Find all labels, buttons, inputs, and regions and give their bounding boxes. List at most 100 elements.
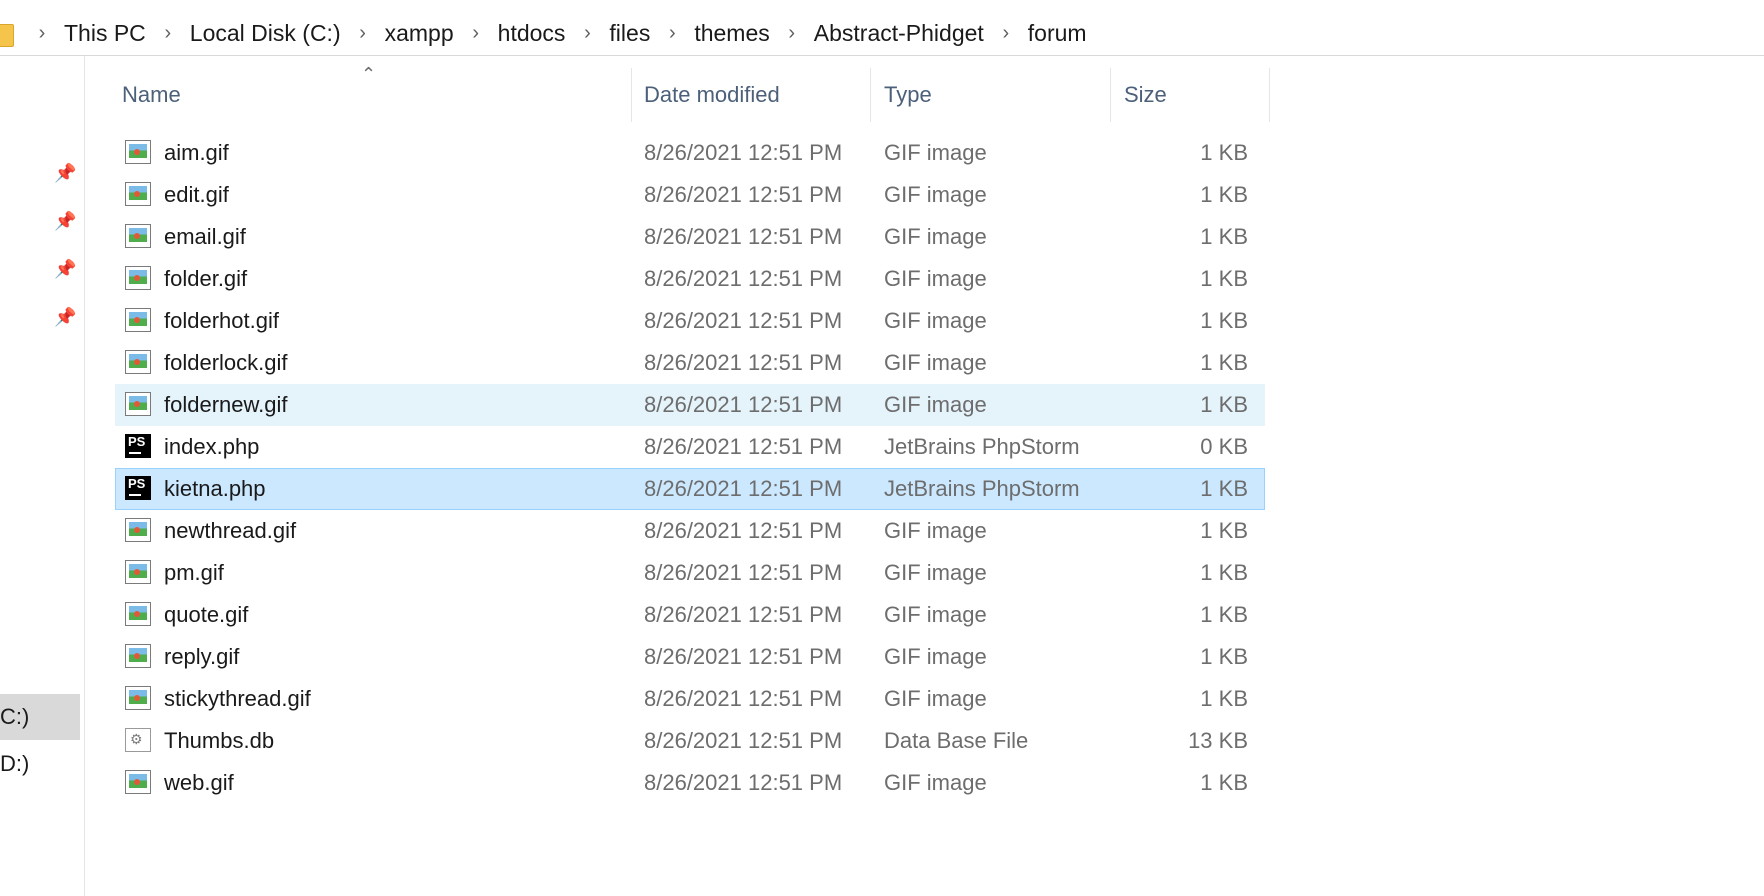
breadcrumb-item[interactable]: forum: [1018, 12, 1097, 55]
file-row[interactable]: reply.gif 8/26/2021 12:51 PM GIF image 1 KB: [115, 636, 1265, 678]
file-name: stickythread.gif: [164, 686, 311, 711]
file-row[interactable]: foldernew.gif 8/26/2021 12:51 PM GIF image…: [115, 384, 1265, 426]
breadcrumb-item[interactable]: xampp: [375, 12, 464, 55]
column-header-name[interactable]: Name: [122, 68, 181, 122]
column-header-date[interactable]: Date modified: [644, 68, 780, 122]
file-type: GIF image: [884, 224, 987, 249]
column-header-type[interactable]: Type: [884, 68, 932, 122]
file-type: GIF image: [884, 140, 987, 165]
breadcrumb-item[interactable]: Abstract-Phidget: [804, 12, 994, 55]
file-size: 1 KB: [1200, 140, 1248, 165]
pin-icon[interactable]: 📌: [54, 164, 76, 182]
file-type: JetBrains PhpStorm: [884, 476, 1080, 501]
file-size: 1 KB: [1200, 350, 1248, 375]
gif-image-icon: [125, 644, 151, 668]
pin-icon[interactable]: 📌: [54, 260, 76, 278]
file-type: Data Base File: [884, 728, 1029, 753]
chevron-right-icon[interactable]: ›: [660, 22, 684, 45]
file-date-modified: 8/26/2021 12:51 PM: [644, 518, 843, 543]
nav-drive-d[interactable]: D:): [0, 741, 80, 787]
phpstorm-icon: PS: [125, 476, 151, 500]
folder-icon: [0, 24, 14, 47]
file-row[interactable]: folder.gif 8/26/2021 12:51 PM GIF image 1 K…: [115, 258, 1265, 300]
file-row[interactable]: web.gif 8/26/2021 12:51 PM GIF image 1 KB: [115, 762, 1265, 804]
file-type: GIF image: [884, 266, 987, 291]
nav-drive-c[interactable]: C:): [0, 694, 80, 740]
column-divider[interactable]: [1110, 68, 1111, 122]
file-size: 1 KB: [1200, 476, 1248, 501]
file-row[interactable]: email.gif 8/26/2021 12:51 PM GIF image 1 KB: [115, 216, 1265, 258]
file-name: edit.gif: [164, 182, 229, 207]
file-row[interactable]: Thumbs.db 8/26/2021 12:51 PM Data Base Fil…: [115, 720, 1265, 762]
file-date-modified: 8/26/2021 12:51 PM: [644, 392, 843, 417]
chevron-right-icon[interactable]: ›: [351, 22, 375, 45]
chevron-right-icon[interactable]: ›: [156, 22, 180, 45]
file-row[interactable]: folderlock.gif 8/26/2021 12:51 PM GIF imag…: [115, 342, 1265, 384]
column-divider[interactable]: [631, 68, 632, 122]
gif-image-icon: [125, 308, 151, 332]
file-name: folder.gif: [164, 266, 248, 291]
file-row[interactable]: PS kietna.php 8/26/2021 12:51 PM JetBrains …: [115, 468, 1265, 510]
file-date-modified: 8/26/2021 12:51 PM: [644, 602, 843, 627]
file-type: GIF image: [884, 392, 987, 417]
file-row[interactable]: newthread.gif 8/26/2021 12:51 PM GIF image…: [115, 510, 1265, 552]
gif-image-icon: [125, 224, 151, 248]
file-type: GIF image: [884, 644, 987, 669]
chevron-right-icon[interactable]: ›: [30, 22, 54, 45]
file-type: GIF image: [884, 182, 987, 207]
file-date-modified: 8/26/2021 12:51 PM: [644, 350, 843, 375]
pin-icon[interactable]: 📌: [54, 308, 76, 326]
breadcrumb: › This PC › Local Disk (C:) › xampp › htdocs › fi…: [30, 12, 1097, 55]
phpstorm-icon: PS: [125, 434, 151, 458]
file-date-modified: 8/26/2021 12:51 PM: [644, 140, 843, 165]
chevron-right-icon[interactable]: ›: [575, 22, 599, 45]
navigation-pane: 📌 📌 📌 📌 C:) D:): [0, 56, 85, 896]
file-name: kietna.php: [164, 476, 266, 501]
column-divider[interactable]: [1269, 68, 1270, 122]
file-type: GIF image: [884, 686, 987, 711]
gif-image-icon: [125, 686, 151, 710]
gif-image-icon: [125, 140, 151, 164]
breadcrumb-item[interactable]: htdocs: [488, 12, 576, 55]
file-type: JetBrains PhpStorm: [884, 434, 1080, 459]
file-row[interactable]: edit.gif 8/26/2021 12:51 PM GIF image 1 KB: [115, 174, 1265, 216]
file-row[interactable]: quote.gif 8/26/2021 12:51 PM GIF image 1 KB: [115, 594, 1265, 636]
file-name: quote.gif: [164, 602, 249, 627]
file-type: GIF image: [884, 560, 987, 585]
file-size: 1 KB: [1200, 602, 1248, 627]
gif-image-icon: [125, 392, 151, 416]
file-size: 0 KB: [1200, 434, 1248, 459]
column-divider[interactable]: [870, 68, 871, 122]
column-header-size[interactable]: Size: [1124, 68, 1167, 122]
file-row[interactable]: PS index.php 8/26/2021 12:51 PM JetBrains P…: [115, 426, 1265, 468]
breadcrumb-item[interactable]: files: [599, 12, 660, 55]
chevron-right-icon[interactable]: ›: [994, 22, 1018, 45]
file-row[interactable]: aim.gif 8/26/2021 12:51 PM GIF image 1 KB: [115, 132, 1265, 174]
file-size: 1 KB: [1200, 308, 1248, 333]
file-type: GIF image: [884, 770, 987, 795]
gif-image-icon: [125, 182, 151, 206]
file-row[interactable]: folderhot.gif 8/26/2021 12:51 PM GIF image…: [115, 300, 1265, 342]
breadcrumb-item[interactable]: Local Disk (C:): [180, 12, 351, 55]
chevron-right-icon[interactable]: ›: [780, 22, 804, 45]
file-size: 1 KB: [1200, 560, 1248, 585]
chevron-right-icon[interactable]: ›: [464, 22, 488, 45]
file-size: 1 KB: [1200, 770, 1248, 795]
file-date-modified: 8/26/2021 12:51 PM: [644, 560, 843, 585]
file-date-modified: 8/26/2021 12:51 PM: [644, 686, 843, 711]
file-name: Thumbs.db: [164, 728, 275, 753]
breadcrumb-item[interactable]: This PC: [54, 12, 156, 55]
file-date-modified: 8/26/2021 12:51 PM: [644, 644, 843, 669]
file-name: newthread.gif: [164, 518, 297, 543]
file-size: 1 KB: [1200, 518, 1248, 543]
breadcrumb-item[interactable]: themes: [684, 12, 779, 55]
pin-icon[interactable]: 📌: [54, 212, 76, 230]
file-row[interactable]: stickythread.gif 8/26/2021 12:51 PM GIF im…: [115, 678, 1265, 720]
file-name: index.php: [164, 434, 260, 459]
file-size: 1 KB: [1200, 644, 1248, 669]
file-row[interactable]: pm.gif 8/26/2021 12:51 PM GIF image 1 KB: [115, 552, 1265, 594]
file-name: web.gif: [164, 770, 234, 795]
gif-image-icon: [125, 350, 151, 374]
file-size: 1 KB: [1200, 266, 1248, 291]
address-bar[interactable]: › This PC › Local Disk (C:) › xampp › htdocs › fi…: [0, 12, 1764, 56]
